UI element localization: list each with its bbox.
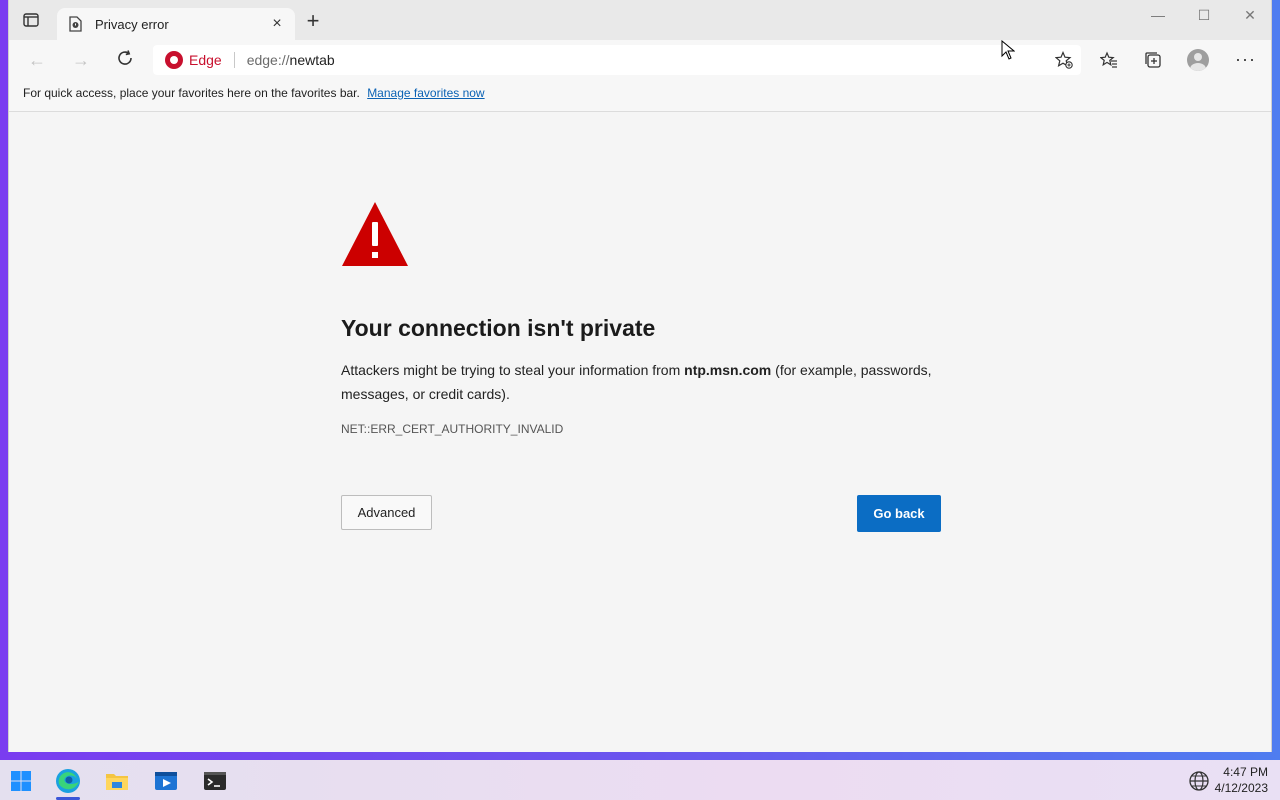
tab-title: Privacy error [95,16,169,32]
file-explorer-icon[interactable] [104,768,130,794]
new-tab-button[interactable]: + [303,10,323,32]
back-arrow-icon[interactable]: ← [25,49,49,71]
settings-more-icon[interactable]: ··· [1235,49,1256,70]
error-host: ntp.msn.com [684,362,772,378]
clock-date: 4/12/2023 [1214,781,1268,795]
advanced-button[interactable]: Advanced [341,495,432,530]
address-bar[interactable]: Edge edge://newtab [153,45,1081,75]
favorites-bar: For quick access, place your favorites h… [9,80,1271,112]
close-window-button[interactable]: ✕ [1235,6,1265,26]
go-back-button[interactable]: Go back [857,495,941,532]
add-favorite-star-icon[interactable] [1054,50,1073,69]
mouse-cursor-icon [1001,40,1015,60]
edge-logo-icon [165,51,183,69]
error-code: NET::ERR_CERT_AUTHORITY_INVALID [341,422,564,436]
profile-avatar-icon[interactable] [1187,49,1209,71]
tab-privacy-error[interactable]: Privacy error × [57,8,295,40]
edge-browser-icon[interactable] [55,768,81,794]
refresh-icon[interactable] [113,49,137,71]
network-globe-icon[interactable] [1188,770,1210,792]
minimize-button[interactable]: — [1143,6,1173,26]
error-panel: Your connection isn't private Attackers … [341,200,941,436]
clock-time: 4:47 PM [1223,765,1268,779]
url-path: newtab [289,52,335,68]
warning-triangle-icon [342,202,408,266]
collections-icon[interactable] [1143,50,1163,70]
maximize-button[interactable]: ☐ [1189,6,1219,26]
media-player-icon[interactable] [153,768,179,794]
error-description: Attackers might be trying to steal your … [341,358,941,406]
favorites-icon[interactable] [1099,50,1119,70]
forward-arrow-icon[interactable]: → [69,49,93,71]
terminal-icon[interactable] [202,768,228,794]
url-scheme: edge:// [246,52,290,68]
system-clock[interactable]: 4:47 PM 4/12/2023 [1215,764,1268,796]
close-tab-icon[interactable]: × [269,16,285,32]
tab-bar: Privacy error × + — ☐ ✕ [9,0,1271,40]
warning-page-icon [67,16,83,32]
tab-actions-icon[interactable] [21,12,41,28]
manage-favorites-link[interactable]: Manage favorites now [367,86,484,100]
windows-start-icon[interactable] [8,768,34,794]
address-brand-label: Edge [189,52,222,68]
taskbar: 4:47 PM 4/12/2023 [0,760,1280,800]
favorites-bar-message: For quick access, place your favorites h… [23,86,360,100]
address-url[interactable]: edge://newtab [247,52,335,68]
toolbar: ← → Edge edge://newtab ··· [9,40,1271,80]
address-separator [233,52,235,68]
error-page: Your connection isn't private Attackers … [9,112,1271,752]
error-desc-prefix: Attackers might be trying to steal your … [341,362,685,378]
browser-window: Privacy error × + — ☐ ✕ ← → Edge edge://… [8,0,1272,752]
error-heading: Your connection isn't private [341,315,656,341]
